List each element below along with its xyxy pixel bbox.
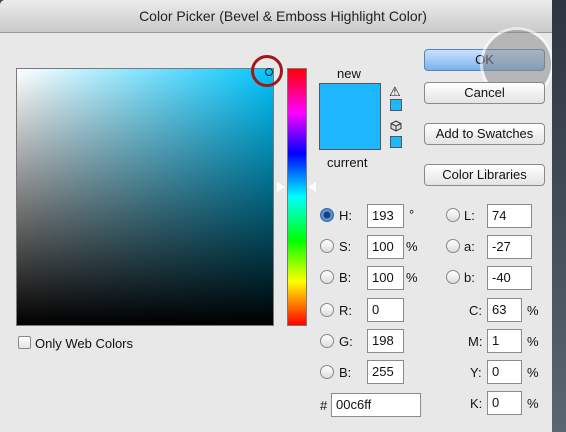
color-picker-window: Color Picker (Bevel & Emboss Highlight C… (0, 0, 566, 432)
b-label: B: (339, 270, 352, 285)
s-label: S: (339, 239, 352, 254)
blue-label: B: (339, 365, 352, 380)
window-title: Color Picker (Bevel & Emboss Highlight C… (139, 8, 427, 24)
a-radio[interactable] (446, 239, 460, 253)
s-radio[interactable] (320, 239, 334, 253)
g-input[interactable]: 198 (367, 329, 404, 353)
gamut-color-swatch[interactable] (390, 99, 402, 111)
cube-icon[interactable] (390, 120, 402, 132)
c-input[interactable]: 63 (487, 298, 522, 322)
new-label: new (337, 66, 361, 81)
lab-b-input[interactable]: -40 (487, 266, 532, 290)
y-input[interactable]: 0 (487, 360, 522, 384)
h-unit: ° (409, 207, 415, 222)
only-web-colors-checkbox[interactable] (18, 336, 31, 349)
cursor-highlight-ring (251, 55, 283, 87)
lab-b-label: b: (464, 270, 475, 285)
k-input[interactable]: 0 (487, 391, 522, 415)
k-label: K: (470, 396, 483, 411)
lab-b-radio[interactable] (446, 270, 460, 284)
h-label: H: (339, 208, 352, 223)
a-label: a: (464, 239, 475, 254)
l-input[interactable]: 74 (487, 204, 532, 228)
k-unit: % (527, 396, 539, 411)
current-label: current (327, 155, 368, 170)
color-libraries-button[interactable]: Color Libraries (424, 164, 545, 186)
m-label: M: (468, 334, 483, 349)
only-web-colors-label[interactable]: Only Web Colors (35, 336, 133, 351)
b-radio[interactable] (320, 270, 334, 284)
blue-radio[interactable] (320, 365, 334, 379)
hex-input[interactable]: 00c6ff (331, 393, 421, 417)
new-color-swatch (319, 83, 381, 117)
hue-slider[interactable] (287, 68, 307, 326)
h-radio[interactable] (320, 208, 334, 222)
r-radio[interactable] (320, 303, 334, 317)
l-radio[interactable] (446, 208, 460, 222)
m-input[interactable]: 1 (487, 329, 522, 353)
r-input[interactable]: 0 (367, 298, 404, 322)
g-label: G: (339, 334, 353, 349)
current-color-swatch[interactable] (319, 117, 381, 150)
h-input[interactable]: 193 (367, 204, 404, 228)
cancel-button[interactable]: Cancel (424, 82, 545, 104)
m-unit: % (527, 334, 539, 349)
s-unit: % (406, 239, 418, 254)
c-label: C: (469, 303, 482, 318)
title-bar: Color Picker (Bevel & Emboss Highlight C… (0, 0, 566, 33)
r-label: R: (339, 303, 352, 318)
b-unit: % (406, 270, 418, 285)
hue-slider-left-handle[interactable] (277, 182, 285, 192)
warning-triangle-icon[interactable]: ⚠ (389, 84, 401, 100)
add-to-swatches-button[interactable]: Add to Swatches (424, 123, 545, 145)
desktop-background (552, 0, 566, 432)
b-input[interactable]: 100 (367, 266, 404, 290)
y-unit: % (527, 365, 539, 380)
saturation-brightness-field[interactable] (16, 68, 274, 326)
y-label: Y: (470, 365, 482, 380)
hex-label: # (320, 398, 328, 413)
c-unit: % (527, 303, 539, 318)
l-label: L: (464, 208, 475, 223)
blue-input[interactable]: 255 (367, 360, 404, 384)
hue-slider-right-handle[interactable] (308, 182, 316, 192)
web-safe-color-swatch[interactable] (390, 136, 402, 148)
s-input[interactable]: 100 (367, 235, 404, 259)
a-input[interactable]: -27 (487, 235, 532, 259)
g-radio[interactable] (320, 334, 334, 348)
